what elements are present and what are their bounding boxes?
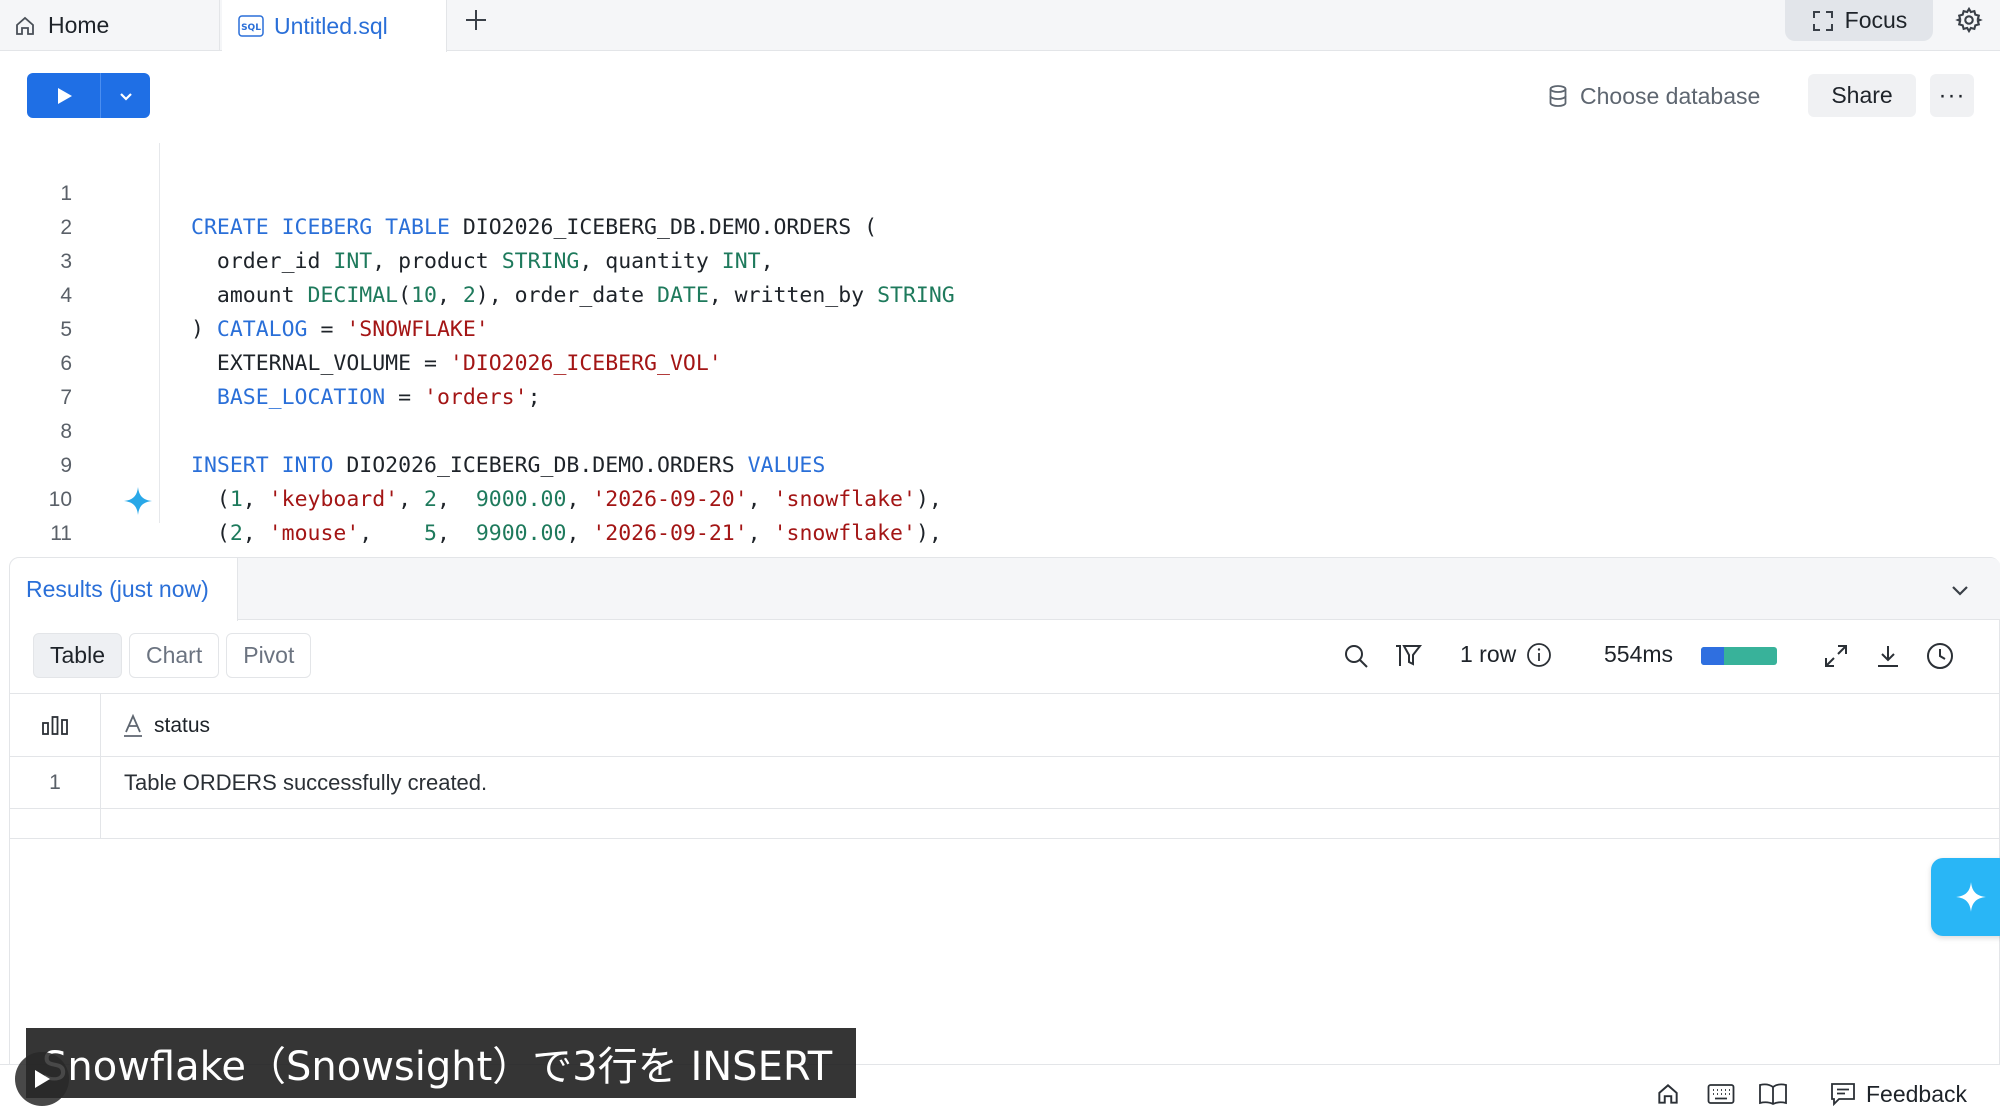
- code-line: 1 CREATE ICEBERG TABLE DIO2026_ICEBERG_D…: [0, 143, 2000, 240]
- view-pivot-button[interactable]: Pivot: [226, 633, 312, 678]
- expand-corners-icon: [1811, 9, 1835, 33]
- svg-text:SQL: SQL: [241, 23, 261, 33]
- sql-editor[interactable]: 1 CREATE ICEBERG TABLE DIO2026_ICEBERG_D…: [0, 143, 2000, 614]
- tab-sql-label: Untitled.sql: [274, 12, 388, 39]
- code-line: 8 INSERT INTO DIO2026_ICEBERG_DB.DEMO.OR…: [0, 381, 2000, 478]
- code-line: 9 (1, 'keyboard', 2, 9000.00, '2026-09-2…: [0, 415, 2000, 512]
- column-header-label: status: [154, 714, 211, 737]
- ai-sparkle-icon[interactable]: [122, 485, 154, 517]
- code-line: 7: [0, 347, 2000, 409]
- add-tab-button[interactable]: [458, 2, 494, 38]
- tab-home-label: Home: [48, 12, 110, 38]
- code-line: 11 (3, 'monitor', 1, 32000.00, '2026-09-…: [0, 483, 2000, 614]
- query-duration: 554ms: [1604, 641, 1674, 667]
- keyboard-icon: [1707, 1084, 1735, 1104]
- run-options-dropdown[interactable]: [101, 73, 150, 118]
- results-header: Results (just now): [10, 558, 2000, 621]
- share-button[interactable]: Share: [1808, 74, 1916, 117]
- code-line: 4 ) CATALOG = 'SNOWFLAKE': [0, 245, 2000, 342]
- code-line: 6 BASE_LOCATION = 'orders';: [0, 313, 2000, 410]
- search-results-button[interactable]: [1340, 640, 1372, 672]
- column-stats-button[interactable]: [10, 694, 101, 756]
- row-count: 1 row: [1460, 641, 1552, 668]
- collapse-results-button[interactable]: [1944, 574, 1976, 606]
- code-line: 10 (2, 'mouse', 5, 9900.00, '2026-09-21'…: [0, 449, 2000, 546]
- clock-icon: [1927, 643, 1953, 669]
- row-index-empty: [10, 809, 101, 838]
- download-results-button[interactable]: [1872, 640, 1904, 672]
- feedback-icon: [1830, 1082, 1856, 1106]
- results-table-header: status: [10, 693, 2000, 757]
- focus-label: Focus: [1844, 7, 1908, 33]
- text-type-icon: [122, 714, 144, 738]
- table-empty-row: [10, 809, 2000, 839]
- home-icon: [1658, 1084, 1678, 1104]
- focus-button[interactable]: Focus: [1785, 0, 1933, 41]
- choose-database-button[interactable]: Choose database: [1548, 76, 1760, 116]
- expand-results-button[interactable]: [1820, 640, 1852, 672]
- ai-assistant-button[interactable]: [1931, 858, 2000, 936]
- plus-icon: [466, 10, 486, 30]
- filter-results-button[interactable]: [1392, 640, 1424, 672]
- statusbar-home-button[interactable]: [1653, 1080, 1683, 1108]
- choose-database-label: Choose database: [1580, 82, 1761, 109]
- view-table-button[interactable]: Table: [33, 633, 122, 678]
- download-icon: [1878, 646, 1898, 667]
- tab-home[interactable]: Home: [0, 0, 220, 51]
- expand-icon: [1825, 645, 1847, 667]
- settings-button[interactable]: [1952, 3, 1986, 37]
- code-line: 5 EXTERNAL_VOLUME = 'DIO2026_ICEBERG_VOL…: [0, 279, 2000, 376]
- column-header-status[interactable]: status: [122, 694, 210, 758]
- chevron-down-icon: [119, 92, 132, 101]
- table-row[interactable]: 1 Table ORDERS successfully created.: [10, 757, 2000, 809]
- row-count-label: 1 row: [1460, 641, 1517, 667]
- gear-icon: [1955, 6, 1983, 34]
- more-options-button[interactable]: ···: [1930, 74, 1974, 117]
- query-history-button[interactable]: [1924, 640, 1956, 672]
- run-button-group: [27, 73, 150, 118]
- documentation-button[interactable]: [1758, 1080, 1788, 1108]
- sql-file-icon: SQL: [238, 13, 264, 39]
- status-cell[interactable]: Table ORDERS successfully created.: [124, 757, 487, 809]
- query-timing-bar: [1701, 647, 1777, 665]
- filter-icon: [1396, 645, 1422, 666]
- search-icon: [1345, 645, 1368, 668]
- video-play-button[interactable]: [15, 1052, 69, 1106]
- feedback-button[interactable]: Feedback: [1830, 1078, 1967, 1110]
- info-icon[interactable]: [1526, 642, 1552, 668]
- results-view-switcher: Table Chart Pivot: [33, 633, 318, 678]
- play-icon: [35, 1070, 50, 1088]
- line-number: 11: [50, 522, 72, 545]
- row-index: 1: [10, 757, 101, 808]
- play-icon: [57, 87, 72, 104]
- database-icon: [1548, 84, 1568, 108]
- view-chart-button[interactable]: Chart: [128, 633, 220, 678]
- tab-bar: Home SQL Untitled.sql Focus: [0, 0, 2000, 52]
- sparkle-icon: [1956, 882, 1986, 912]
- feedback-label: Feedback: [1866, 1080, 1968, 1107]
- keyboard-shortcuts-button[interactable]: [1706, 1080, 1736, 1108]
- column-stats-icon: [42, 716, 68, 735]
- run-button[interactable]: [27, 73, 101, 118]
- tab-untitled-sql[interactable]: SQL Untitled.sql: [222, 0, 447, 52]
- code-line: 2 order_id INT, product STRING, quantity…: [0, 177, 2000, 274]
- home-icon: [12, 13, 38, 39]
- chevron-down-icon: [1952, 586, 1968, 596]
- video-caption: Snowflake（Snowsight）で3行を INSERT: [26, 1028, 856, 1098]
- book-icon: [1759, 1083, 1787, 1106]
- query-timing-bar-fill: [1701, 647, 1724, 665]
- results-tab[interactable]: Results (just now): [10, 558, 238, 621]
- code-line: 3 amount DECIMAL(10, 2), order_date DATE…: [0, 211, 2000, 308]
